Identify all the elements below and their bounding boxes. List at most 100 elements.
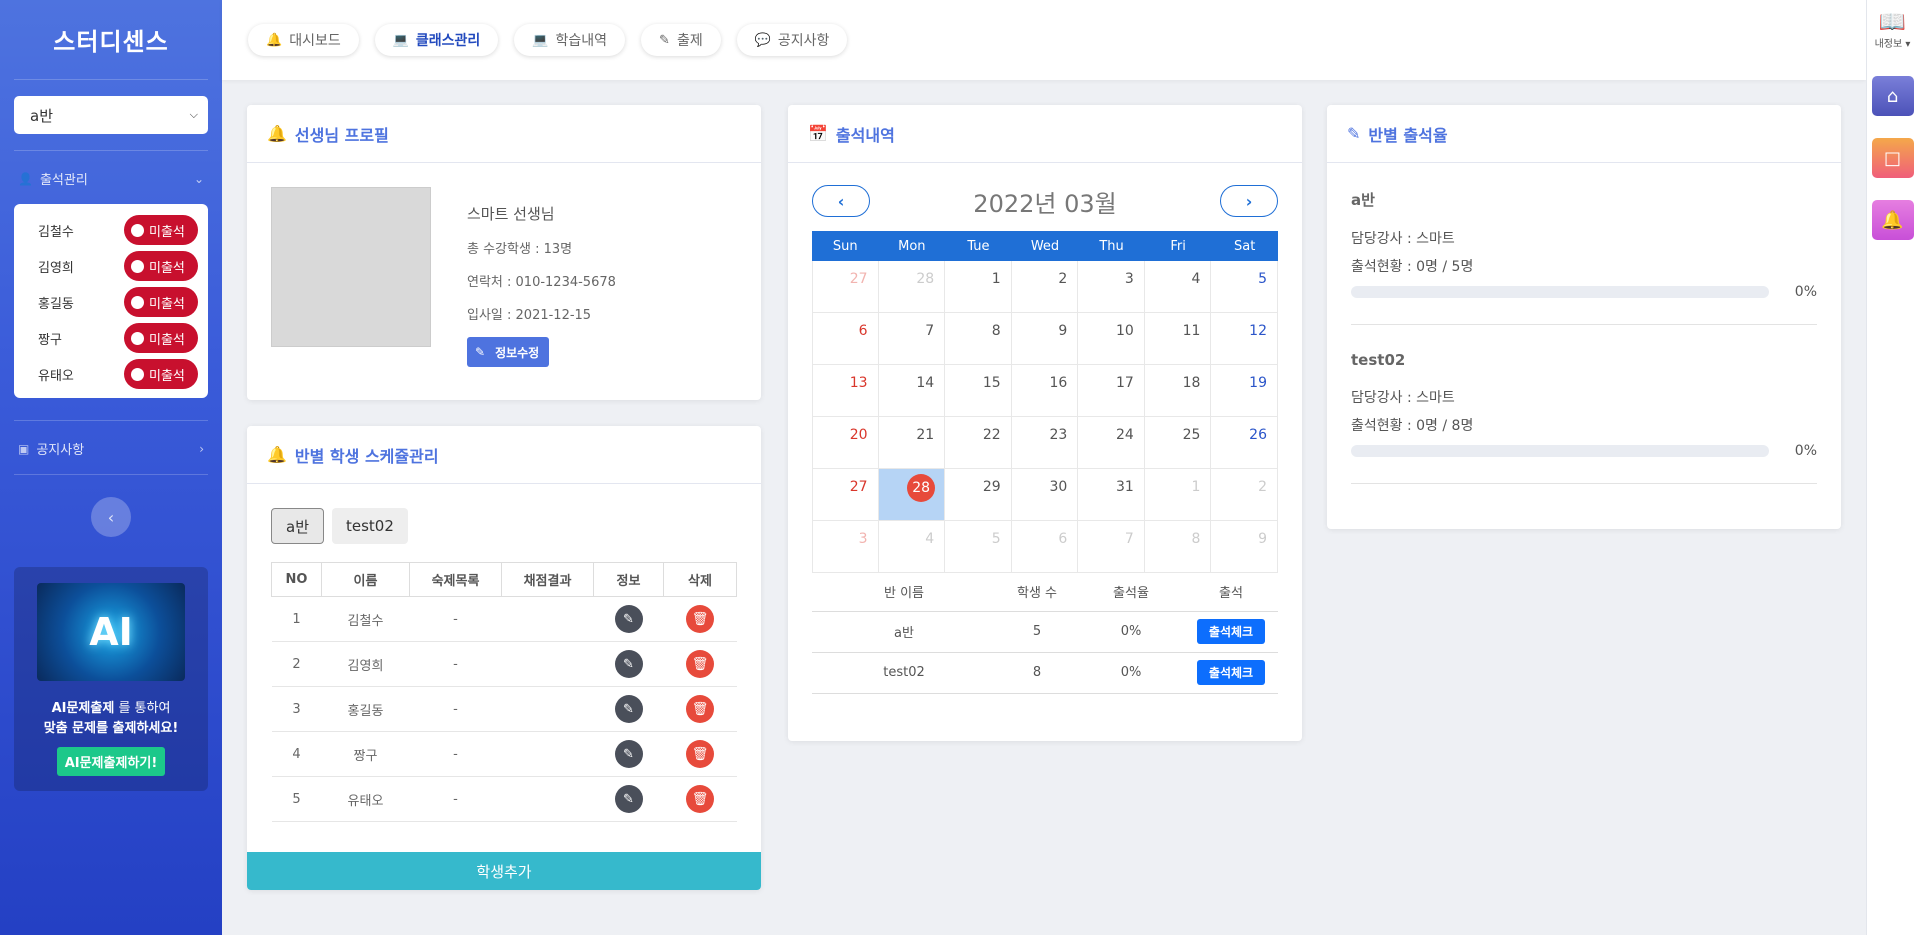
calendar-day[interactable]: 30 bbox=[1011, 469, 1079, 521]
calendar-day[interactable]: 5 bbox=[945, 521, 1012, 573]
calendar-day[interactable]: 18 bbox=[1144, 365, 1212, 417]
alarm-button[interactable]: 🔔 bbox=[1871, 200, 1914, 240]
bell-icon: 🔔 bbox=[267, 124, 287, 143]
cell-class: a반 bbox=[812, 611, 996, 653]
cell-action: 출석체크 bbox=[1184, 652, 1278, 694]
calendar-day[interactable]: 9 bbox=[1011, 313, 1079, 365]
prev-month-button[interactable]: ‹ bbox=[812, 185, 870, 217]
calendar-day[interactable]: 12 bbox=[1211, 313, 1278, 365]
cell-name: 홍길동 bbox=[321, 686, 410, 732]
class-select[interactable]: a반 ⌵ bbox=[14, 96, 208, 134]
weekday-label: Sat bbox=[1234, 238, 1256, 254]
calendar-day[interactable]: 16 bbox=[1011, 365, 1079, 417]
calendar-day[interactable]: 10 bbox=[1078, 313, 1145, 365]
calendar-day[interactable]: 1 bbox=[1144, 469, 1212, 521]
calendar-day[interactable]: 6 bbox=[1011, 521, 1079, 573]
bell-icon: 🔔 bbox=[267, 445, 287, 464]
status-dot-icon bbox=[131, 331, 144, 345]
absent-badge[interactable]: 미출석 bbox=[124, 251, 198, 281]
absent-label: 미출석 bbox=[149, 332, 185, 348]
calendar-day[interactable]: 5 bbox=[1211, 261, 1278, 313]
calendar-day[interactable]: 14 bbox=[878, 365, 946, 417]
brand-logo[interactable]: 스터디센스 bbox=[14, 0, 208, 80]
tab-exam[interactable]: ✎ 출제 bbox=[641, 24, 721, 56]
calendar-day[interactable]: 8 bbox=[1144, 521, 1212, 573]
column-header: 학생 수 bbox=[996, 573, 1078, 612]
calendar-day[interactable]: 2 bbox=[1011, 261, 1079, 313]
calendar-day[interactable]: 3 bbox=[812, 521, 879, 573]
nav-notice[interactable]: ▣ 공지사항 › bbox=[14, 439, 208, 459]
calendar-day[interactable]: 31 bbox=[1078, 469, 1145, 521]
delete-student-button[interactable]: 🗑 bbox=[686, 650, 714, 678]
attendance-check-button[interactable]: 출석체크 bbox=[1196, 660, 1266, 685]
table-header-row: 반 이름 학생 수 출석율 출석 bbox=[812, 573, 1278, 612]
column-header: 삭제 bbox=[663, 562, 737, 597]
calendar-day[interactable]: 2 bbox=[1211, 469, 1278, 521]
calendar-day[interactable]: 6 bbox=[812, 313, 879, 365]
calendar-day-today[interactable]: 28 bbox=[878, 469, 946, 521]
day-number: 4 bbox=[925, 531, 935, 547]
student-name: 홍길동 bbox=[38, 296, 74, 312]
calendar-day[interactable]: 4 bbox=[878, 521, 946, 573]
calendar-day[interactable]: 17 bbox=[1078, 365, 1145, 417]
calendar-day[interactable]: 13 bbox=[812, 365, 879, 417]
delete-student-button[interactable]: 🗑 bbox=[686, 695, 714, 723]
trash-icon: 🗑 bbox=[691, 656, 709, 672]
edit-student-button[interactable]: ✎ bbox=[614, 785, 643, 813]
cell-homework: - bbox=[409, 596, 502, 642]
edit-profile-button[interactable]: ✎ 정보수정 bbox=[467, 337, 550, 367]
tab-label: 대시보드 bbox=[289, 33, 341, 49]
absent-badge[interactable]: 미출석 bbox=[124, 287, 198, 317]
tab-notice[interactable]: 💬 공지사항 bbox=[736, 24, 848, 56]
calendar-day[interactable]: 27 bbox=[812, 469, 879, 521]
ai-generate-button[interactable]: AI문제출제하기! bbox=[56, 747, 166, 776]
absent-badge[interactable]: 미출석 bbox=[124, 359, 198, 389]
my-info-button[interactable]: 📖 내정보 ▾ bbox=[1867, 0, 1918, 50]
calendar-day[interactable]: 1 bbox=[945, 261, 1012, 313]
calendar-day[interactable]: 26 bbox=[1211, 417, 1278, 469]
cell-delete: 🗑 bbox=[663, 686, 737, 732]
tab-class-management[interactable]: 💻 클래스관리 bbox=[374, 24, 499, 56]
delete-student-button[interactable]: 🗑 bbox=[686, 785, 714, 813]
calendar-day[interactable]: 7 bbox=[878, 313, 946, 365]
calendar-day[interactable]: 27 bbox=[812, 261, 879, 313]
add-student-button[interactable]: 학생추가 bbox=[247, 852, 761, 890]
tab-learning-history[interactable]: 💻 학습내역 bbox=[514, 24, 626, 56]
class-tab-a[interactable]: a반 bbox=[271, 508, 324, 544]
board-button[interactable]: □ bbox=[1871, 138, 1914, 178]
calendar-day[interactable]: 23 bbox=[1011, 417, 1079, 469]
calendar-day[interactable]: 3 bbox=[1078, 261, 1145, 313]
nav-attendance[interactable]: 👤 출석관리 ⌄ bbox=[14, 169, 208, 189]
home-button[interactable]: ⌂ bbox=[1871, 76, 1914, 116]
absent-badge[interactable]: 미출석 bbox=[124, 323, 198, 353]
calendar-day[interactable]: 25 bbox=[1144, 417, 1212, 469]
delete-student-button[interactable]: 🗑 bbox=[686, 740, 714, 768]
calendar-day[interactable]: 11 bbox=[1144, 313, 1212, 365]
calendar-day[interactable]: 15 bbox=[945, 365, 1012, 417]
edit-student-button[interactable]: ✎ bbox=[614, 695, 643, 723]
calendar-day[interactable]: 29 bbox=[945, 469, 1012, 521]
attendance-check-button[interactable]: 출석체크 bbox=[1196, 619, 1266, 644]
calendar-day[interactable]: 19 bbox=[1211, 365, 1278, 417]
calendar-day[interactable]: 28 bbox=[878, 261, 946, 313]
calendar-day[interactable]: 4 bbox=[1144, 261, 1212, 313]
edit-student-button[interactable]: ✎ bbox=[614, 650, 643, 678]
calendar-day[interactable]: 7 bbox=[1078, 521, 1145, 573]
calendar-day[interactable]: 20 bbox=[812, 417, 879, 469]
delete-student-button[interactable]: 🗑 bbox=[686, 605, 714, 633]
sidebar-collapse-button[interactable]: ‹ bbox=[91, 497, 131, 537]
edit-student-button[interactable]: ✎ bbox=[614, 605, 643, 633]
calendar-day[interactable]: 21 bbox=[878, 417, 946, 469]
calendar-day[interactable]: 9 bbox=[1211, 521, 1278, 573]
edit-student-button[interactable]: ✎ bbox=[614, 740, 643, 768]
pencil-icon: ✎ bbox=[623, 656, 634, 672]
class-tab-test02[interactable]: test02 bbox=[332, 508, 408, 544]
calendar-day[interactable]: 8 bbox=[945, 313, 1012, 365]
calendar-day[interactable]: 22 bbox=[945, 417, 1012, 469]
next-month-button[interactable]: › bbox=[1220, 185, 1278, 217]
calendar-day[interactable]: 24 bbox=[1078, 417, 1145, 469]
calendar-days: 27 28 1 2 3 4 5 6 7 8 9 10 11 12 13 14 15 16 17 18 19 20 21 22 2… bbox=[812, 261, 1278, 573]
tab-dashboard[interactable]: 🔔 대시보드 bbox=[248, 24, 359, 56]
absent-badge[interactable]: 미출석 bbox=[124, 215, 198, 245]
day-number: 7 bbox=[1124, 531, 1134, 547]
